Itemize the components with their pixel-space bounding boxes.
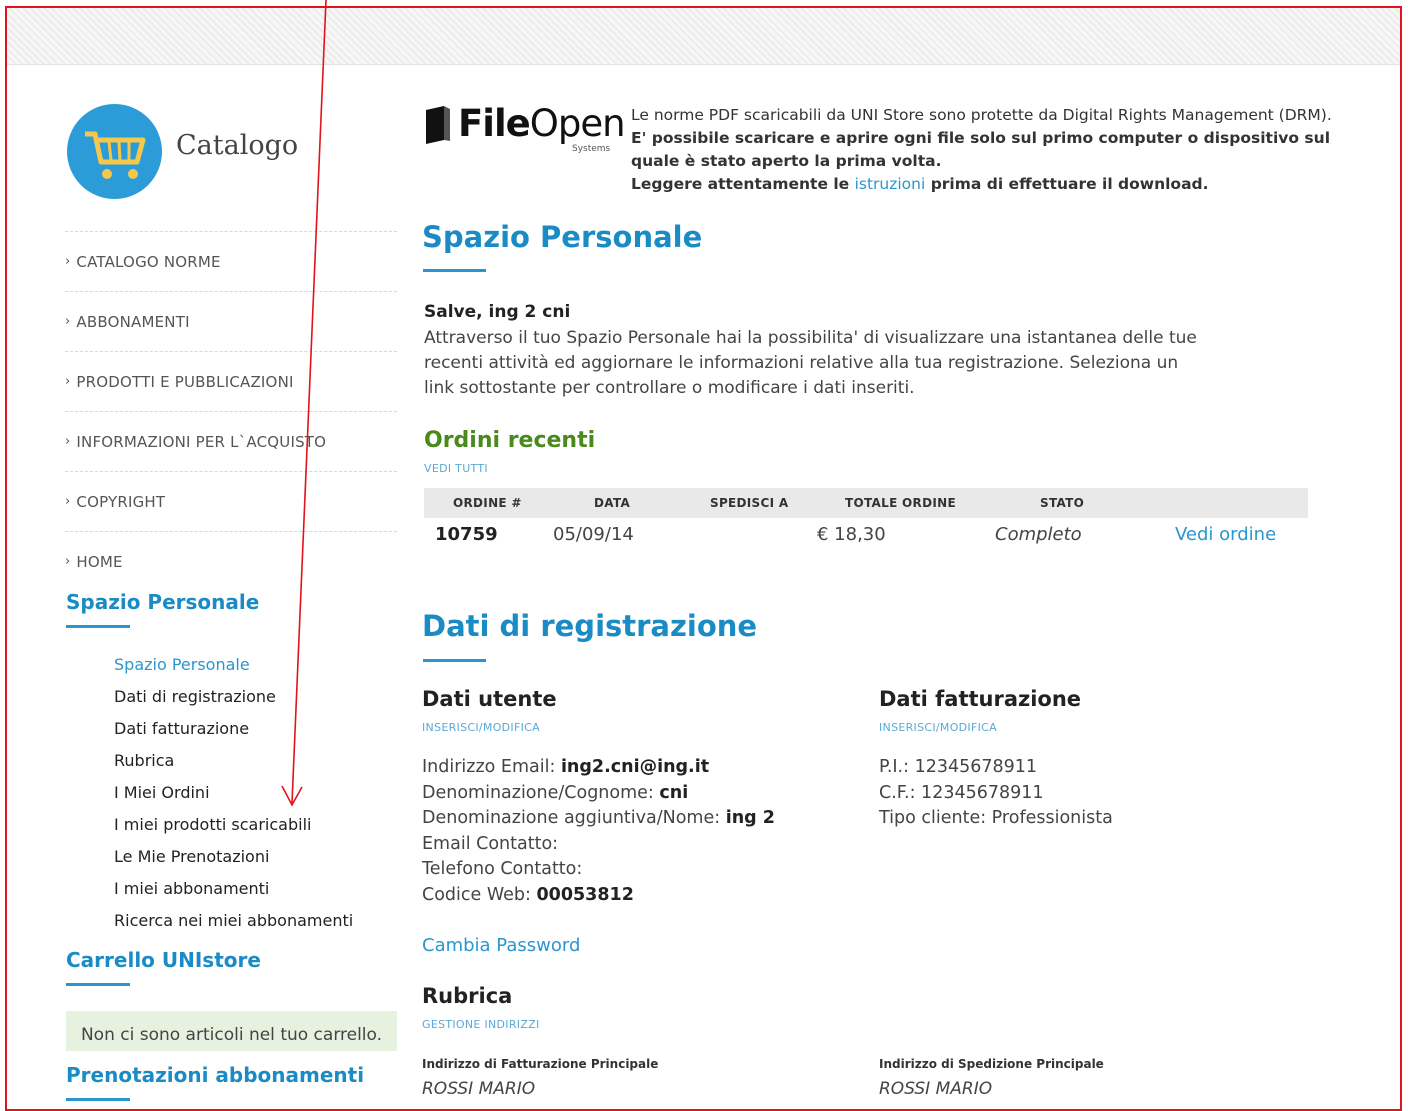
address-book-title: Rubrica xyxy=(422,984,513,1008)
chevron-right-icon: › xyxy=(65,434,71,449)
subnav-prenotazioni[interactable]: Le Mie Prenotazioni xyxy=(114,844,353,876)
order-status: Completo xyxy=(995,524,1082,545)
column-header: TOTALE ORDINE xyxy=(845,496,956,510)
chevron-right-icon: › xyxy=(65,374,71,389)
personal-subnav: Spazio Personale Dati di registrazione D… xyxy=(114,652,353,940)
greeting: Salve, ing 2 cni xyxy=(424,302,571,322)
drm-notice: Le norme PDF scaricabili da UNI Store so… xyxy=(631,104,1351,196)
subnav-abbonamenti[interactable]: I miei abbonamenti xyxy=(114,876,353,908)
order-date: 05/09/14 xyxy=(553,524,634,545)
contact-email-row: Email Contatto: xyxy=(422,833,559,854)
cart-logo[interactable] xyxy=(67,104,162,199)
drm-line-2: E' possibile scaricare e aprire ogni fil… xyxy=(631,129,1331,147)
nav-item-catalogo-norme[interactable]: › CATALOGO NORME xyxy=(65,231,397,291)
subnav-ricerca-abbonamenti[interactable]: Ricerca nei miei abbonamenti xyxy=(114,908,353,940)
drm-line-1: Le norme PDF scaricabili da UNI Store so… xyxy=(631,106,1332,124)
column-header: STATO xyxy=(1040,496,1085,510)
subnav-rubrica[interactable]: Rubrica xyxy=(114,748,353,780)
fileopen-logo-text: FileOpen xyxy=(458,102,626,145)
orders-table-header: ORDINE # DATA SPEDISCI A TOTALE ORDINE S… xyxy=(424,488,1308,518)
nav-item-abbonamenti[interactable]: › ABBONAMENTI xyxy=(65,291,397,351)
sidebar-title-rule xyxy=(66,983,130,986)
sidebar-title-spazio-personale: Spazio Personale xyxy=(66,590,260,614)
nav-item-prodotti[interactable]: › PRODOTTI E PUBBLICAZIONI xyxy=(65,351,397,411)
istruzioni-link[interactable]: istruzioni xyxy=(855,175,926,193)
contact-phone-row: Telefono Contatto: xyxy=(422,859,583,879)
chevron-right-icon: › xyxy=(65,314,71,329)
subnav-spazio-personale[interactable]: Spazio Personale xyxy=(114,652,353,684)
billing-address-name: ROSSI MARIO xyxy=(422,1079,536,1099)
order-id: 10759 xyxy=(435,524,498,545)
email-row: Indirizzo Email: ing2.cni@ing.it xyxy=(422,757,710,777)
billing-address-heading: Indirizzo di Fatturazione Principale xyxy=(422,1057,659,1071)
subnav-dati-fatturazione[interactable]: Dati fatturazione xyxy=(114,716,353,748)
title-rule xyxy=(423,269,486,272)
view-order-link[interactable]: Vedi ordine xyxy=(1175,519,1276,551)
column-header: ORDINE # xyxy=(453,496,522,510)
nav-item-informazioni[interactable]: › INFORMAZIONI PER L`ACQUISTO xyxy=(65,411,397,471)
chevron-right-icon: › xyxy=(65,554,71,569)
billing-data-title: Dati fatturazione xyxy=(879,687,1082,711)
fileopen-systems-text: Systems xyxy=(572,144,611,154)
nav-item-label: ABBONAMENTI xyxy=(76,312,190,331)
table-row: 10759 05/09/14 € 18,30 Completo Vedi ord… xyxy=(424,519,1308,553)
column-header: DATA xyxy=(594,496,631,510)
customer-type-row: Tipo cliente: Professionista xyxy=(879,808,1113,828)
sidebar-nav: › CATALOGO NORME › ABBONAMENTI › PRODOTTI E… xyxy=(65,231,397,591)
nav-item-label: COPYRIGHT xyxy=(76,492,166,511)
nav-item-label: INFORMAZIONI PER L`ACQUISTO xyxy=(76,432,327,451)
intro-text: Attraverso il tuo Spazio Personale hai l… xyxy=(424,328,1197,398)
shopping-cart-icon xyxy=(85,131,146,179)
view-all-orders-link[interactable]: VEDI TUTTI xyxy=(424,462,488,475)
nav-item-label: HOME xyxy=(76,552,123,571)
surname-row: Denominazione/Cognome: cni xyxy=(422,782,689,803)
billing-data-edit-link[interactable]: INSERISCI/MODIFICA xyxy=(879,721,997,734)
change-password-link[interactable]: Cambia Password xyxy=(422,935,580,956)
chevron-right-icon: › xyxy=(65,494,71,509)
subnav-prodotti-scaricabili[interactable]: I miei prodotti scaricabili xyxy=(114,812,353,844)
subnav-miei-ordini[interactable]: I Miei Ordini xyxy=(114,780,353,812)
webcode-row: Codice Web: 00053812 xyxy=(422,884,634,905)
sidebar-title-rule xyxy=(66,625,130,628)
sidebar-title-carrello: Carrello UNIstore xyxy=(66,948,261,972)
fileopen-logo-icon xyxy=(426,106,450,144)
chevron-right-icon: › xyxy=(65,254,71,269)
name-row: Denominazione aggiuntiva/Nome: ing 2 xyxy=(422,808,775,828)
vat-row: P.I.: 12345678911 xyxy=(879,757,1038,777)
registration-title: Dati di registrazione xyxy=(422,609,758,643)
header-band xyxy=(7,8,1400,65)
user-data-title: Dati utente xyxy=(422,687,557,711)
subnav-dati-registrazione[interactable]: Dati di registrazione xyxy=(114,684,353,716)
drm-line-4: Leggere attentamente le istruzioni prima… xyxy=(631,175,1209,193)
nav-item-label: CATALOGO NORME xyxy=(76,252,221,271)
drm-line-3: quale è stato aperto la prima volta. xyxy=(631,152,942,170)
nav-item-home[interactable]: › HOME xyxy=(65,531,397,591)
shipping-address-name: ROSSI MARIO xyxy=(879,1079,993,1099)
shipping-address-heading: Indirizzo di Spedizione Principale xyxy=(879,1057,1104,1071)
nav-item-copyright[interactable]: › COPYRIGHT xyxy=(65,471,397,531)
cart-empty-message: Non ci sono articoli nel tuo carrello. xyxy=(66,1011,397,1051)
page-title: Spazio Personale xyxy=(422,220,703,254)
sidebar-title-prenotazioni: Prenotazioni abbonamenti xyxy=(66,1063,365,1087)
user-data-edit-link[interactable]: INSERISCI/MODIFICA xyxy=(422,721,540,734)
nav-item-label: PRODOTTI E PUBBLICAZIONI xyxy=(76,372,294,391)
sidebar-title-rule xyxy=(66,1098,130,1101)
catalog-logo-text[interactable]: Catalogo xyxy=(176,130,298,161)
order-total: € 18,30 xyxy=(817,524,886,545)
manage-addresses-link[interactable]: GESTIONE INDIRIZZI xyxy=(422,1018,540,1031)
billing-data-block: P.I.: 12345678911 C.F.: 12345678911 Tipo… xyxy=(879,755,1113,832)
title-rule xyxy=(423,659,486,662)
column-header: SPEDISCI A xyxy=(710,496,789,510)
user-data-block: Indirizzo Email: ing2.cni@ing.it Denomin… xyxy=(422,755,775,908)
recent-orders-title: Ordini recenti xyxy=(424,428,596,453)
tax-code-row: C.F.: 12345678911 xyxy=(879,782,1044,803)
